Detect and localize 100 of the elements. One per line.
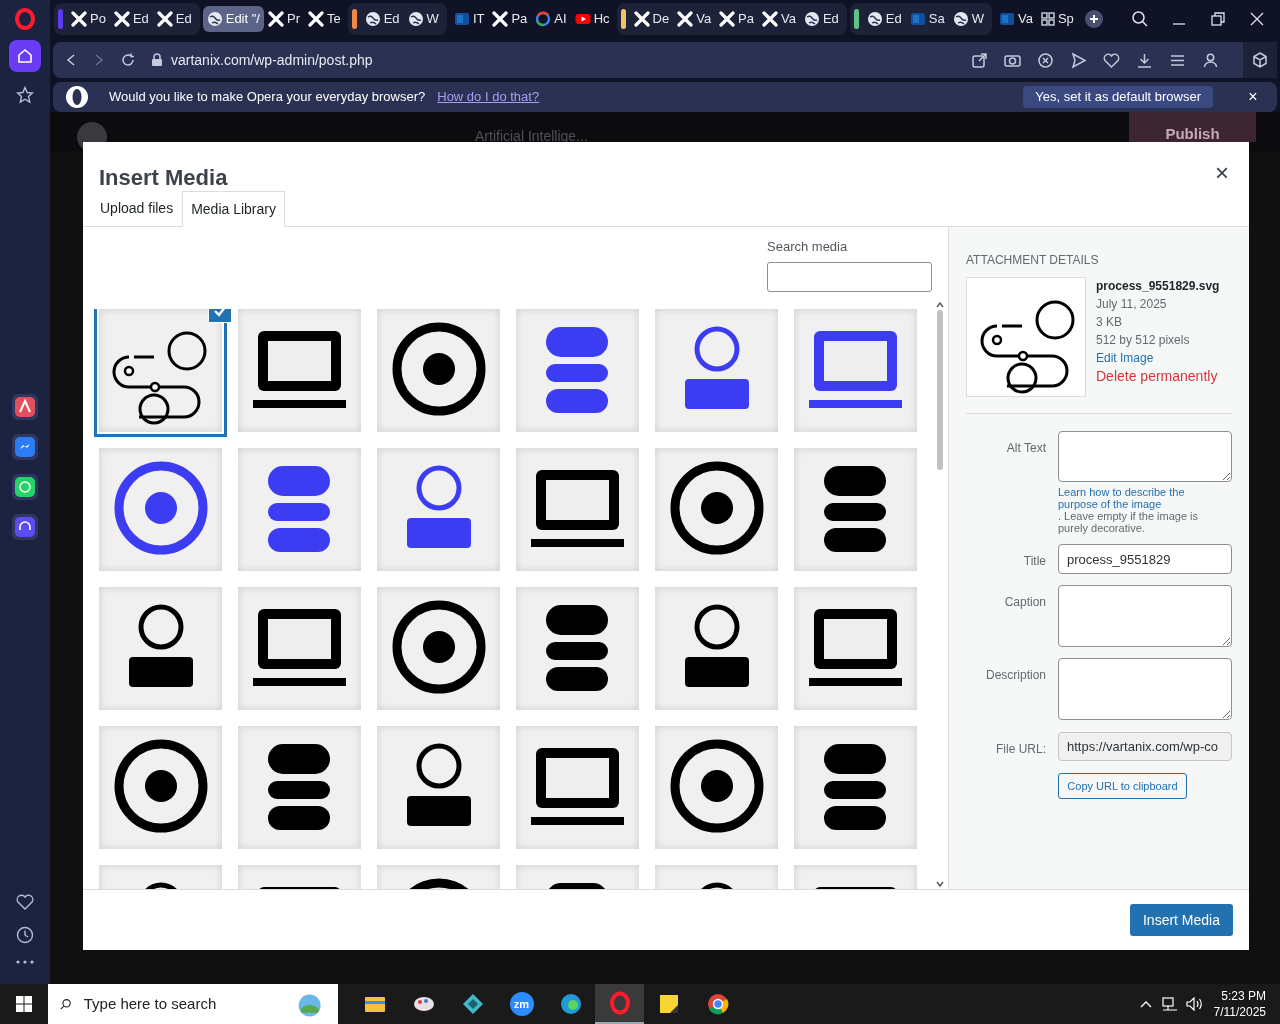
media-thumbnail[interactable] bbox=[794, 726, 917, 849]
taskbar-search-bar[interactable]: Type here to search bbox=[48, 984, 338, 1024]
browser-tab[interactable]: W bbox=[948, 6, 988, 32]
caption-field[interactable] bbox=[1058, 585, 1232, 647]
browser-tab[interactable]: Va bbox=[994, 6, 1037, 32]
how-to-link[interactable]: How do I do that? bbox=[437, 87, 540, 107]
clock-icon[interactable] bbox=[16, 926, 34, 944]
file-url-field[interactable]: https://vartanix.com/wp-co bbox=[1058, 732, 1232, 761]
search-field[interactable] bbox=[767, 261, 932, 292]
delete-link[interactable]: Delete permanently bbox=[1096, 367, 1220, 385]
browser-tab[interactable]: Hc bbox=[570, 6, 614, 32]
browser-tab[interactable]: Ed bbox=[152, 6, 196, 32]
clock-date[interactable]: 7/11/2025 bbox=[1213, 1004, 1266, 1020]
media-thumbnail[interactable] bbox=[794, 587, 917, 710]
media-thumbnail[interactable] bbox=[377, 309, 500, 432]
media-thumbnail[interactable] bbox=[99, 448, 222, 571]
cube-icon[interactable] bbox=[1252, 52, 1268, 68]
restore-icon[interactable] bbox=[1211, 12, 1225, 26]
aria-app-icon[interactable] bbox=[12, 394, 38, 420]
close-button[interactable]: × bbox=[1215, 161, 1233, 191]
blocker-icon[interactable] bbox=[1037, 51, 1054, 69]
media-thumbnail[interactable] bbox=[794, 309, 917, 432]
media-thumbnail[interactable] bbox=[238, 726, 361, 849]
edit-image-link[interactable]: Edit Image bbox=[1096, 349, 1220, 367]
address-field[interactable]: vartanix.com/wp-admin/post.php bbox=[171, 49, 373, 71]
browser-tab[interactable]: AI bbox=[531, 6, 571, 32]
browser-tab[interactable]: Va bbox=[758, 6, 800, 32]
media-tab[interactable]: Media Library bbox=[182, 191, 285, 227]
headphones-icon[interactable] bbox=[12, 514, 38, 540]
media-thumbnail[interactable] bbox=[655, 587, 778, 710]
back-icon[interactable] bbox=[65, 53, 77, 67]
alt-text-field[interactable] bbox=[1058, 431, 1232, 482]
copy-url-button[interactable]: Copy URL to clipboard bbox=[1058, 773, 1187, 799]
browser-tab[interactable]: Pr bbox=[263, 6, 304, 32]
opera-logo-icon[interactable] bbox=[14, 8, 36, 30]
browser-tab[interactable]: Edit "/ bbox=[202, 6, 264, 32]
media-thumbnail[interactable] bbox=[377, 726, 500, 849]
media-thumbnail[interactable] bbox=[655, 726, 778, 849]
close-button[interactable]: × bbox=[1241, 85, 1265, 109]
new-tab-button[interactable] bbox=[1084, 10, 1103, 28]
chat-bubble-icon[interactable] bbox=[12, 474, 38, 500]
browser-tab[interactable]: Po bbox=[67, 6, 110, 32]
browser-tab[interactable]: Ed bbox=[862, 6, 906, 32]
browser-tab[interactable]: De bbox=[629, 6, 674, 32]
browser-tab[interactable]: Pa bbox=[488, 6, 532, 32]
network-icon[interactable] bbox=[1161, 997, 1178, 1011]
scroll-down-icon[interactable] bbox=[936, 881, 944, 887]
scroll-up-icon[interactable] bbox=[936, 302, 944, 308]
media-thumbnail[interactable] bbox=[516, 587, 639, 710]
star-icon[interactable] bbox=[16, 86, 34, 104]
media-thumbnail[interactable] bbox=[99, 726, 222, 849]
taskbar-search-field[interactable]: Type here to search bbox=[83, 992, 283, 1016]
insert-media-button[interactable]: Insert Media bbox=[1129, 904, 1233, 936]
media-thumbnail[interactable] bbox=[238, 448, 361, 571]
tab-group-marker[interactable] bbox=[351, 9, 357, 29]
scrollbar[interactable] bbox=[934, 302, 946, 887]
media-thumbnail[interactable] bbox=[238, 587, 361, 710]
forward-icon[interactable] bbox=[93, 53, 105, 67]
search-icon[interactable] bbox=[1131, 10, 1149, 28]
media-thumbnail[interactable] bbox=[655, 309, 778, 432]
media-thumbnail[interactable] bbox=[377, 448, 500, 571]
chevron-up-icon[interactable] bbox=[1139, 1000, 1152, 1008]
close-icon[interactable] bbox=[1250, 12, 1264, 26]
media-thumbnail[interactable] bbox=[655, 448, 778, 571]
extensions-button[interactable] bbox=[1243, 42, 1277, 78]
browser-tab[interactable]: IT bbox=[449, 6, 489, 32]
clock-time[interactable]: 5:23 PM bbox=[1221, 988, 1266, 1004]
messenger-icon[interactable] bbox=[12, 434, 38, 460]
home-button[interactable] bbox=[9, 40, 41, 72]
download-icon[interactable] bbox=[1136, 51, 1153, 69]
description-field[interactable] bbox=[1058, 658, 1232, 720]
profile-icon[interactable] bbox=[1202, 51, 1219, 69]
home-icon[interactable] bbox=[17, 48, 33, 64]
send-icon[interactable] bbox=[1070, 51, 1087, 69]
tab-group-marker[interactable] bbox=[58, 9, 63, 29]
media-thumbnail[interactable] bbox=[377, 587, 500, 710]
media-tab[interactable]: Upload files bbox=[91, 190, 183, 226]
browser-tab[interactable]: Te bbox=[303, 6, 345, 32]
media-thumbnail[interactable] bbox=[516, 448, 639, 571]
media-thumbnail[interactable] bbox=[99, 587, 222, 710]
more-icon[interactable] bbox=[16, 960, 34, 964]
media-thumbnail[interactable] bbox=[238, 309, 361, 432]
browser-tab[interactable]: Va bbox=[673, 6, 716, 32]
media-thumbnail[interactable] bbox=[516, 309, 639, 432]
heart-icon[interactable] bbox=[16, 894, 34, 910]
browser-tab[interactable]: Ed bbox=[360, 6, 404, 32]
title-field[interactable]: process_9551829 bbox=[1058, 544, 1232, 574]
reload-icon[interactable] bbox=[121, 53, 135, 67]
volume-icon[interactable] bbox=[1185, 997, 1204, 1011]
browser-tab[interactable]: Ed bbox=[799, 6, 843, 32]
browser-tab[interactable]: Sa bbox=[905, 6, 949, 32]
media-thumbnail[interactable] bbox=[794, 448, 917, 571]
plus-icon[interactable] bbox=[1088, 14, 1099, 24]
help-link[interactable]: Learn how to describe the purpose of the image bbox=[1058, 486, 1218, 510]
browser-tab[interactable]: Pa bbox=[715, 6, 758, 32]
tab-group-marker[interactable] bbox=[853, 9, 859, 29]
set-default-button[interactable]: Yes, set it as default browser bbox=[1023, 86, 1213, 108]
browser-tab[interactable]: Sp bbox=[1036, 6, 1078, 32]
share-icon[interactable] bbox=[971, 51, 988, 69]
media-thumbnail[interactable] bbox=[516, 726, 639, 849]
